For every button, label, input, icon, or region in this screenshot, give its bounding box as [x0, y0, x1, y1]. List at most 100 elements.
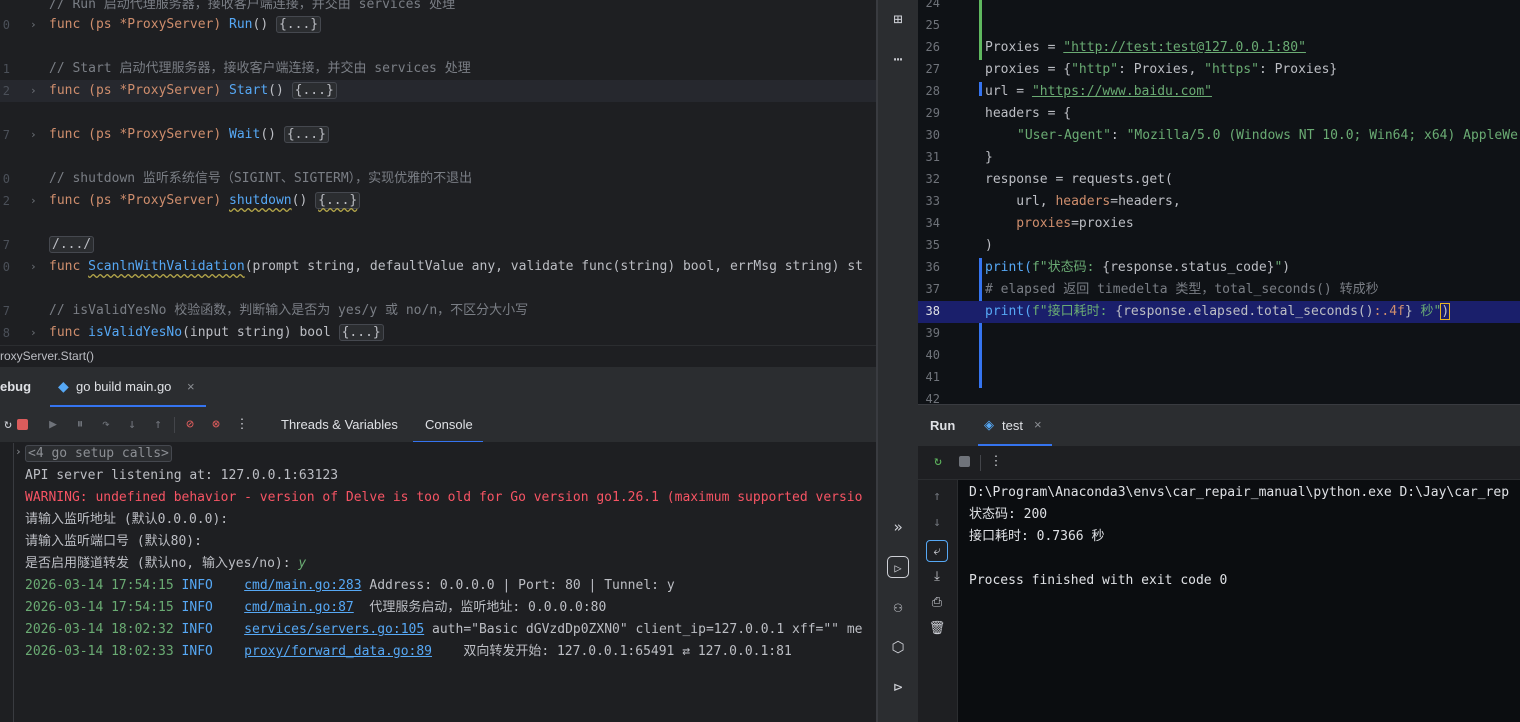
stop-icon[interactable] — [14, 417, 30, 433]
soft-wrap-icon[interactable]: ⤶ — [926, 540, 948, 562]
line-number: 28 — [925, 84, 940, 98]
tab-threads-variables[interactable]: Threads & Variables — [281, 417, 398, 432]
run-output[interactable]: D:\Program\Anaconda3\envs\car_repair_man… — [958, 480, 1520, 722]
code-line[interactable]: Proxies = "http://test:test@127.0.0.1:80… — [985, 37, 1306, 59]
log-line: 2026-03-14 18:02:33 INFO proxy/forward_d… — [25, 644, 792, 659]
code-line[interactable]: /.../ — [49, 234, 95, 256]
more-icon[interactable]: ⋮ — [988, 454, 1004, 470]
log-line: 2026-03-14 17:54:15 INFO cmd/main.go:283… — [25, 578, 675, 593]
code-line[interactable]: func ScanlnWithValidation(prompt string,… — [49, 256, 863, 278]
expand-chevron-icon[interactable]: › — [15, 445, 22, 458]
structure-icon[interactable]: ⊞ — [887, 8, 909, 30]
line-number: 35 — [925, 238, 940, 252]
more-icon[interactable]: ⋮ — [234, 417, 250, 433]
clear-icon[interactable]: 🗑 — [926, 618, 948, 640]
vcs-modified-marker — [979, 258, 982, 388]
python-console-icon[interactable]: ⚇ — [887, 596, 909, 618]
source-link[interactable]: proxy/forward_data.go:89 — [244, 644, 432, 659]
breadcrumb[interactable]: roxyServer.Start() — [0, 345, 876, 367]
fold-chevron-icon[interactable]: › — [30, 128, 37, 141]
step-out-icon[interactable]: ↑ — [150, 417, 166, 433]
source-link[interactable]: cmd/main.go:283 — [244, 578, 361, 593]
fold-chevron-icon[interactable]: › — [30, 18, 37, 31]
vcs-added-marker — [979, 0, 982, 60]
line-number: 33 — [925, 194, 940, 208]
console-line: 请输入监听地址 (默认0.0.0.0): — [25, 512, 229, 527]
line-number: 42 — [925, 392, 940, 404]
tab-test[interactable]: ◈ test × — [978, 405, 1052, 446]
tab-console[interactable]: Console — [413, 407, 483, 442]
mute-breakpoints-icon[interactable]: ⊗ — [208, 417, 224, 433]
code-line[interactable]: func (ps *ProxyServer) shutdown() {...} — [49, 190, 361, 212]
setup-calls-fold[interactable]: <4 go setup calls> — [25, 445, 172, 462]
output-line: Process finished with exit code 0 — [969, 573, 1228, 588]
step-into-icon[interactable]: ↓ — [124, 417, 140, 433]
line-number: 0 — [2, 172, 10, 186]
rerun-icon[interactable]: ↻ — [930, 454, 946, 470]
code-line[interactable]: // Start 启动代理服务器，接收客户端连接，并交由 services 处理 — [49, 58, 471, 80]
python-packages-icon[interactable]: ⬡ — [887, 636, 909, 658]
tab-go-build[interactable]: ◆ go build main.go × — [50, 367, 206, 407]
line-number: 31 — [925, 150, 940, 164]
go-editor[interactable]: // Run 启动代理服务器，接收客户端连接，并交由 services 处理 0… — [0, 0, 876, 345]
console-line: 请输入监听端口号 (默认80): — [25, 534, 202, 549]
more-icon[interactable]: ⋯ — [887, 48, 909, 70]
code-line[interactable]: proxies = {"http": Proxies, "https": Pro… — [985, 59, 1337, 81]
pause-icon[interactable]: ⏸ — [72, 417, 88, 433]
down-icon[interactable]: ↓ — [926, 512, 948, 534]
code-line[interactable]: print(f"状态码: {response.status_code}") — [985, 257, 1290, 279]
code-line[interactable]: // isValidYesNo 校验函数，判断输入是否为 yes/y 或 no/… — [49, 300, 528, 322]
code-line[interactable]: ) — [985, 235, 993, 257]
code-line[interactable]: func (ps *ProxyServer) Start() {...} — [49, 80, 337, 102]
fold-chevron-icon[interactable]: › — [30, 84, 37, 97]
code-line[interactable]: "User-Agent": "Mozilla/5.0 (Windows NT 1… — [1017, 125, 1518, 147]
tool-window-strip: ⊞ ⋯ » ▷ ⚇ ⬡ ⊳ — [878, 0, 918, 722]
resume-icon[interactable]: ▶ — [45, 417, 61, 433]
up-icon[interactable]: ↑ — [926, 486, 948, 508]
debug-console[interactable]: › <4 go setup calls> API server listenin… — [0, 443, 876, 722]
toolbar-divider — [980, 455, 981, 471]
folded-block[interactable]: {...} — [338, 324, 384, 341]
folded-comment[interactable]: /.../ — [49, 236, 95, 253]
code-line[interactable]: url, headers=headers, — [985, 191, 1180, 213]
code-line[interactable]: url = "https://www.baidu.com" — [985, 81, 1212, 103]
code-line[interactable]: # elapsed 返回 timedelta 类型，total_seconds(… — [985, 279, 1379, 301]
fold-chevron-icon[interactable]: › — [30, 326, 37, 339]
line-number: 30 — [925, 128, 940, 142]
folded-block[interactable]: {...} — [275, 16, 322, 33]
code-line[interactable]: headers = { — [985, 103, 1071, 125]
code-line[interactable]: func (ps *ProxyServer) Wait() {...} — [49, 124, 329, 146]
expand-icon[interactable]: » — [887, 516, 909, 538]
output-line: 接口耗时: 0.7366 秒 — [969, 529, 1105, 544]
fold-chevron-icon[interactable]: › — [30, 194, 37, 207]
step-over-icon[interactable]: ↷ — [98, 417, 114, 433]
stop-icon[interactable] — [956, 454, 972, 470]
breadcrumb-item[interactable]: roxyServer.Start() — [0, 349, 94, 363]
code-line[interactable]: func isValidYesNo(input string) bool {..… — [49, 322, 384, 344]
log-line: 2026-03-14 17:54:15 INFO cmd/main.go:87 … — [25, 600, 607, 615]
services-icon[interactable]: ⊳ — [887, 676, 909, 698]
folded-block[interactable]: {...} — [291, 82, 337, 99]
print-icon[interactable]: ⎙ — [926, 592, 948, 614]
code-line[interactable]: response = requests.get( — [985, 169, 1173, 191]
code-line[interactable]: func (ps *ProxyServer) Run() {...} — [49, 14, 322, 36]
line-number: 1 — [2, 62, 10, 76]
line-number: 7 — [2, 304, 10, 318]
code-line[interactable]: } — [985, 147, 993, 169]
source-link[interactable]: cmd/main.go:87 — [244, 600, 354, 615]
folded-block[interactable]: {...} — [315, 192, 361, 209]
close-icon[interactable]: × — [1034, 417, 1042, 432]
run-icon[interactable]: ▷ — [887, 556, 909, 578]
folded-block[interactable]: {...} — [283, 126, 329, 143]
code-line-current[interactable]: print(f"接口耗时: {response.elapsed.total_se… — [985, 301, 1451, 323]
fold-chevron-icon[interactable]: › — [30, 260, 37, 273]
close-icon[interactable]: × — [187, 379, 195, 394]
code-line[interactable]: // shutdown 监听系统信号（SIGINT、SIGTERM），实现优雅的… — [49, 168, 472, 190]
source-link[interactable]: services/servers.go:105 — [244, 622, 424, 637]
line-number: 2 — [2, 194, 10, 208]
scroll-to-end-icon[interactable]: ⤓ — [926, 566, 948, 588]
code-line[interactable]: proxies=proxies — [985, 213, 1133, 235]
python-editor[interactable]: 24 25 26 27 28 29 30 31 32 33 34 35 36 3… — [918, 0, 1520, 404]
view-breakpoints-icon[interactable]: ⊘ — [182, 417, 198, 433]
debug-tab-bar: ebug ◆ go build main.go × — [0, 367, 876, 407]
